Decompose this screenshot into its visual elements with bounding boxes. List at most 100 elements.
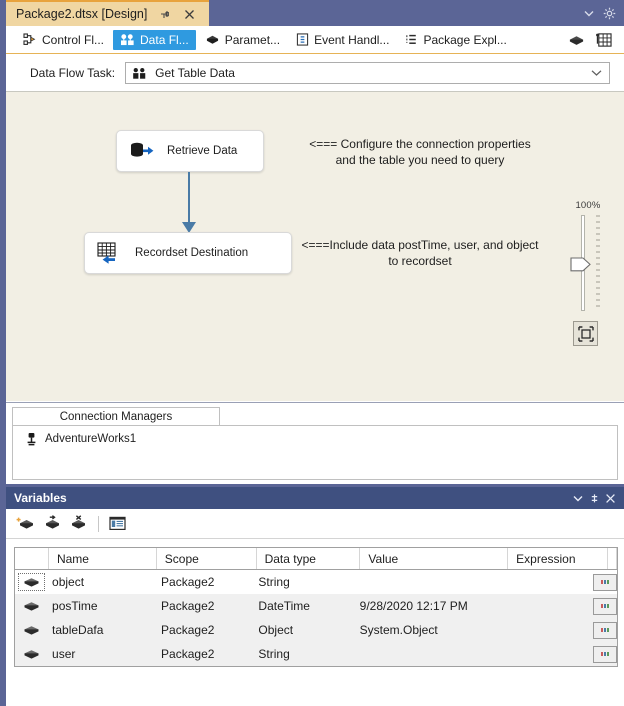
chevron-down-icon[interactable] [584,10,594,17]
add-variable-icon[interactable] [16,515,36,533]
pin-icon[interactable] [157,7,172,22]
variable-expression[interactable] [496,570,593,594]
variable-scope: Package2 [161,575,215,589]
variable-expression[interactable] [496,594,593,618]
component-recordset-destination[interactable]: Recordset Destination [84,232,292,274]
ellipsis-button[interactable] [593,621,617,639]
tab-package-explorer[interactable]: Package Expl... [398,30,513,50]
data-flow-task-combobox[interactable]: Get Table Data [125,62,610,84]
close-icon[interactable] [182,7,197,22]
grid-options-icon[interactable] [109,516,126,531]
zoom-slider[interactable] [566,213,610,313]
variable-actions [593,570,617,594]
grid-properties-icon[interactable] [595,32,612,48]
control-flow-icon [23,33,37,46]
table-row[interactable]: tableDafa Package2 Object System.Object [15,618,617,642]
table-row[interactable]: posTime Package2 DateTime 9/28/2020 12:1… [15,594,617,618]
data-flow-task-row: Data Flow Task: Get Table Data [6,55,624,91]
package-explorer-icon [405,33,418,46]
tab-event-handlers[interactable]: Event Handl... [289,30,396,50]
tab-package-explorer-label: Package Expl... [423,32,507,47]
column-header-scope[interactable]: Scope [157,548,257,569]
gear-icon[interactable] [603,7,616,20]
tab-control-flow[interactable]: Control Fl... [16,30,111,50]
connection-managers-tabrow: Connection Managers [12,407,220,426]
variables-title: Variables [14,491,67,505]
zoom-slider-ticks [596,215,600,311]
list-item[interactable]: AdventureWorks1 [13,426,617,446]
variable-name: object [52,575,85,589]
ole-db-source-icon [129,140,155,162]
component-recordset-destination-label: Recordset Destination [135,247,249,259]
zoom-control: 100% [566,200,610,346]
data-flow-icon [120,33,135,46]
column-header-icon [15,548,49,569]
event-handlers-icon [296,33,309,46]
chevron-down-icon[interactable] [570,490,586,506]
variable-scope: Package2 [161,647,215,661]
data-flow-canvas[interactable]: Retrieve Data Recordset Destination <===… [6,91,624,401]
variable-data-type: DateTime [258,599,310,613]
variables-toolbar [6,509,624,539]
connection-managers-tab[interactable]: Connection Managers [12,407,220,426]
move-variable-icon[interactable] [42,514,62,533]
column-header-data-type[interactable]: Data type [257,548,361,569]
column-header-value[interactable]: Value [360,548,509,569]
component-retrieve-data-label: Retrieve Data [167,145,238,157]
variable-value[interactable]: 9/28/2020 12:17 PM [352,594,496,618]
connection-managers-tab-label: Connection Managers [59,411,173,423]
tab-parameters-label: Paramet... [224,32,281,47]
component-retrieve-data[interactable]: Retrieve Data [116,130,264,172]
connection-managers-panel: Connection Managers AdventureWorks1 [6,402,624,484]
data-flow-task-icon [132,67,147,80]
variable-name: user [52,647,76,661]
ssis-designer-window: Package2.dtsx [Design] Control Fl... Dat… [0,0,624,706]
document-tabstrip: Package2.dtsx [Design] [6,0,624,26]
ellipsis-button[interactable] [593,645,617,663]
ellipsis-button[interactable] [593,573,617,591]
delete-variable-icon[interactable] [68,514,88,533]
variables-grid: Name Scope Data type Value Expression ob… [14,547,618,667]
zoom-to-fit-button[interactable] [573,321,598,346]
zoom-to-fit-icon [577,325,594,342]
table-row[interactable]: user Package2 String [15,642,617,666]
parameters-icon[interactable] [568,33,585,47]
variable-actions [593,594,617,618]
variable-data-type: Object [258,623,294,637]
data-flow-task-value: Get Table Data [155,66,235,80]
variable-actions [593,618,617,642]
data-flow-path[interactable] [188,172,190,224]
tab-control-flow-label: Control Fl... [42,32,105,47]
variable-icon [15,570,48,594]
column-header-name[interactable]: Name [49,548,157,569]
variable-data-type: String [258,647,290,661]
variable-value[interactable] [352,642,496,666]
chevron-down-icon[interactable] [591,70,602,77]
variable-value[interactable]: System.Object [352,618,496,642]
column-header-actions [608,548,617,569]
tab-parameters[interactable]: Paramet... [198,30,287,50]
connection-manager-icon [25,432,38,446]
variable-icon [15,642,48,666]
tab-data-flow-label: Data Fl... [140,32,189,47]
parameters-icon [205,33,220,46]
variable-scope: Package2 [161,599,215,613]
variable-value[interactable] [352,570,496,594]
column-header-expression[interactable]: Expression [508,548,608,569]
document-tab-package2[interactable]: Package2.dtsx [Design] [6,0,209,26]
variable-expression[interactable] [496,618,593,642]
pin-icon[interactable] [586,490,602,506]
variable-expression[interactable] [496,642,593,666]
close-icon[interactable] [602,490,618,506]
variable-data-type: String [258,575,290,589]
tab-data-flow[interactable]: Data Fl... [113,29,196,50]
variables-window: Variables Name Scope Data type Value Exp… [6,487,624,706]
connection-managers-list[interactable]: AdventureWorks1 [12,425,618,480]
zoom-slider-thumb[interactable] [570,257,592,272]
tabstrip-actions [584,0,620,26]
zoom-percent-label: 100% [575,200,601,211]
ellipsis-button[interactable] [593,597,617,615]
table-row[interactable]: object Package2 String [15,570,617,594]
annotation-configure-connection[interactable]: <=== Configure the connection properties… [294,136,546,168]
annotation-include-data[interactable]: <===Include data postTime, user, and obj… [294,237,546,269]
